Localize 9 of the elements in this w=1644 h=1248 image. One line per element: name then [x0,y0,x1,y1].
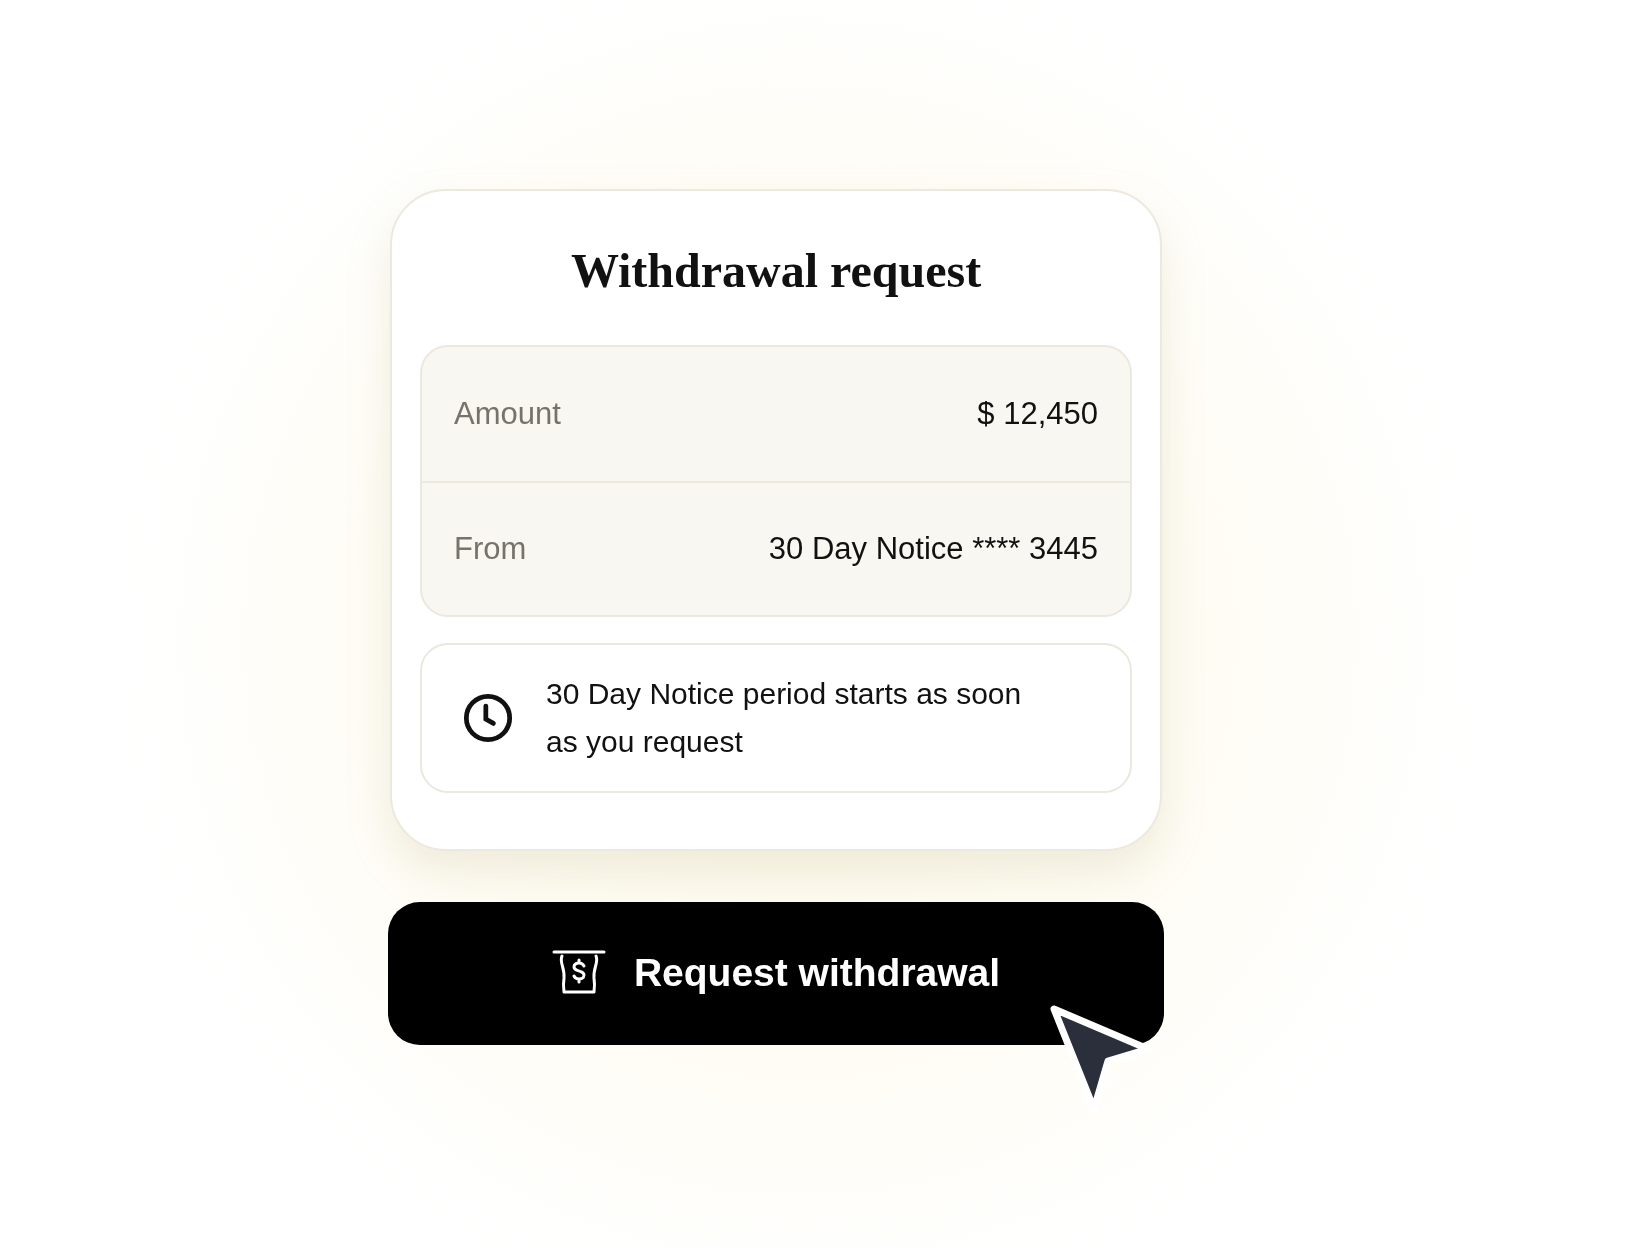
cursor-icon [1050,1005,1152,1113]
detail-value: $ 12,450 [977,394,1098,433]
clock-icon [462,692,514,744]
notice-text: 30 Day Notice period starts as soon as you request [546,676,1023,760]
detail-value: 30 Day Notice **** 3445 [768,529,1098,568]
detail-label: Amount [454,394,561,433]
detail-label: From [454,529,527,568]
request-withdrawal-button[interactable]: Request withdrawal [388,902,1164,1045]
card-title: Withdrawal request [570,247,982,295]
